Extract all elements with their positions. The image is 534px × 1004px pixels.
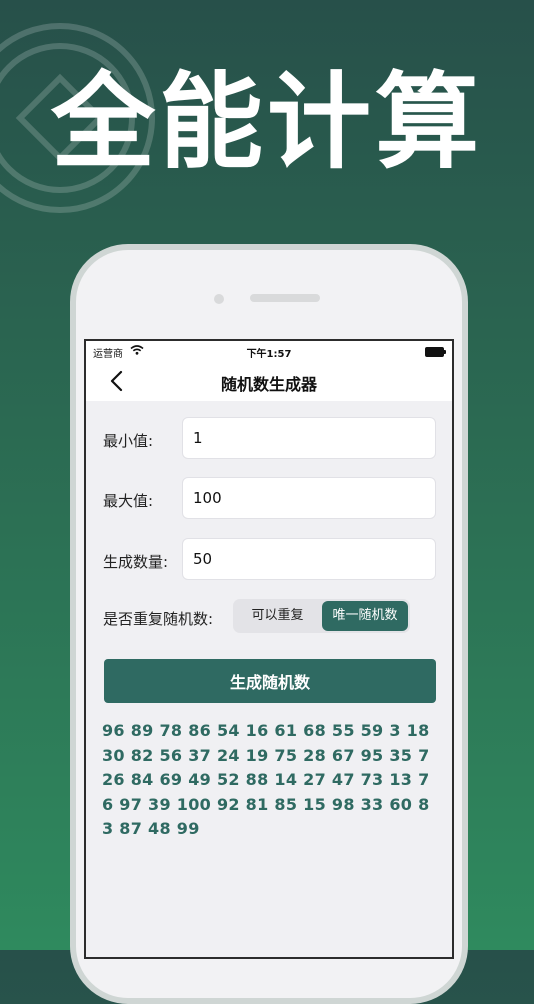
max-value-input[interactable] [182,477,436,519]
speaker-icon [250,294,320,302]
page-title: 随机数生成器 [220,375,317,394]
max-value-row: 最大值: [86,477,452,521]
generate-button[interactable]: 生成随机数 [104,659,436,703]
count-row: 生成数量: [86,538,452,582]
result-text: 96 89 78 86 54 16 61 68 55 59 3 18 30 82… [102,721,430,838]
status-time: 下午1:57 [246,349,292,360]
nav-bar: 随机数生成器 [86,361,452,401]
battery-icon [425,347,446,357]
segment-unique[interactable]: 唯一随机数 [322,601,408,631]
phone-screen: 运营商 下午1:57 随机数生成器 最小值: 最大值: 生成数量: 是否重复随机… [84,339,454,959]
min-value-label: 最小值: [103,432,154,450]
segment-allow-repeat[interactable]: 可以重复 [235,601,320,631]
camera-icon [214,294,224,304]
min-value-input[interactable] [182,417,436,459]
repeat-segmented-control: 可以重复 唯一随机数 [233,599,410,633]
repeat-label: 是否重复随机数: [103,610,214,628]
count-input[interactable] [182,538,436,580]
max-value-label: 最大值: [103,492,154,510]
min-value-row: 最小值: [86,417,452,461]
repeat-row: 是否重复随机数: 可以重复 唯一随机数 [86,599,452,643]
headline: 全能计算 [50,61,483,183]
status-bar: 运营商 下午1:57 [86,341,452,361]
count-label: 生成数量: [103,553,169,571]
